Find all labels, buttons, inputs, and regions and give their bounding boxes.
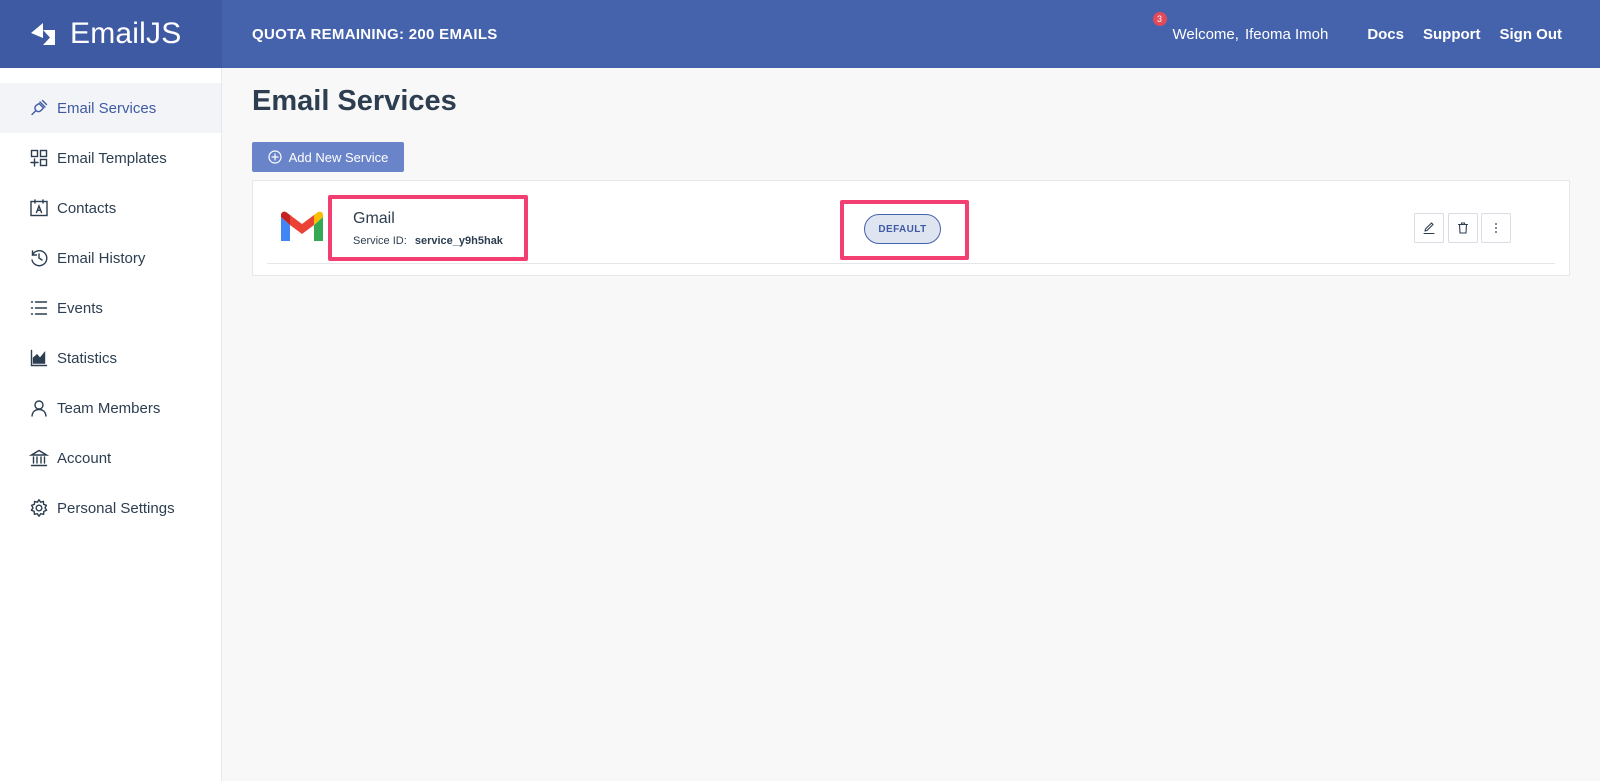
sidebar-item-email-history[interactable]: Email History bbox=[0, 233, 221, 283]
sidebar-item-email-templates[interactable]: Email Templates bbox=[0, 133, 221, 183]
notification-badge[interactable]: 3 bbox=[1152, 11, 1167, 26]
emailjs-logo-icon bbox=[31, 23, 55, 45]
card-divider bbox=[267, 263, 1555, 264]
user-name: Ifeoma Imoh bbox=[1244, 25, 1329, 43]
docs-link[interactable]: Docs bbox=[1367, 26, 1404, 43]
service-id-value: service_y9h5hak bbox=[414, 235, 503, 247]
brand-name: EmailJS bbox=[70, 17, 182, 50]
contacts-icon bbox=[29, 198, 49, 218]
sidebar-item-label: Team Members bbox=[57, 399, 161, 417]
sidebar-item-label: Email Services bbox=[57, 99, 157, 117]
service-name[interactable]: Gmail bbox=[353, 210, 395, 228]
sidebar: Email Services Email Templates Contacts bbox=[0, 68, 222, 781]
gear-icon bbox=[29, 498, 49, 518]
welcome: 3 Welcome, Ifeoma Imoh bbox=[1152, 11, 1329, 43]
sidebar-item-label: Statistics bbox=[57, 349, 118, 367]
sidebar-item-label: Account bbox=[57, 449, 112, 467]
default-badge-highlight: DEFAULT bbox=[840, 200, 969, 260]
top-right-nav: 3 Welcome, Ifeoma Imoh Docs Support Sign… bbox=[1152, 11, 1600, 43]
user-icon bbox=[29, 398, 49, 418]
sidebar-item-email-services[interactable]: Email Services bbox=[0, 83, 221, 133]
page-title: Email Services bbox=[252, 85, 457, 117]
quota-remaining: QUOTA REMAINING: 200 EMAILS bbox=[252, 25, 498, 43]
more-vertical-icon bbox=[1495, 223, 1497, 233]
sidebar-item-contacts[interactable]: Contacts bbox=[0, 183, 221, 233]
sidebar-item-team-members[interactable]: Team Members bbox=[0, 383, 221, 433]
sidebar-item-label: Personal Settings bbox=[57, 499, 175, 517]
templates-icon bbox=[29, 148, 49, 168]
sidebar-item-personal-settings[interactable]: Personal Settings bbox=[0, 483, 221, 533]
sidebar-item-label: Email Templates bbox=[57, 149, 167, 167]
main-content: Email Services Add New Service Gmail Ser… bbox=[222, 68, 1600, 781]
history-icon bbox=[29, 248, 49, 268]
sidebar-item-label: Contacts bbox=[57, 199, 117, 217]
sidebar-item-events[interactable]: Events bbox=[0, 283, 221, 333]
bank-icon bbox=[29, 448, 49, 468]
sidebar-item-label: Email History bbox=[57, 249, 146, 267]
support-link[interactable]: Support bbox=[1423, 26, 1481, 43]
gmail-logo-icon bbox=[281, 211, 323, 241]
top-bar: EmailJS QUOTA REMAINING: 200 EMAILS 3 We… bbox=[0, 0, 1600, 68]
list-icon bbox=[29, 298, 49, 318]
sign-out-link[interactable]: Sign Out bbox=[1500, 26, 1563, 43]
default-badge: DEFAULT bbox=[864, 214, 941, 244]
delete-service-button[interactable] bbox=[1448, 213, 1478, 243]
service-id-row: Service ID: service_y9h5hak bbox=[353, 235, 503, 247]
add-new-service-label: Add New Service bbox=[288, 149, 389, 165]
plus-circle-icon bbox=[268, 150, 282, 164]
plug-icon bbox=[29, 98, 49, 118]
pencil-icon bbox=[1423, 222, 1435, 235]
service-id-label: Service ID: bbox=[353, 235, 407, 247]
welcome-label: Welcome, bbox=[1172, 25, 1239, 43]
service-card: Gmail Service ID: service_y9h5hak DEFAUL… bbox=[252, 180, 1570, 276]
brand[interactable]: EmailJS bbox=[0, 0, 222, 68]
service-info-highlight: Gmail Service ID: service_y9h5hak bbox=[328, 195, 528, 261]
sidebar-item-statistics[interactable]: Statistics bbox=[0, 333, 221, 383]
sidebar-item-label: Events bbox=[57, 299, 103, 317]
edit-service-button[interactable] bbox=[1414, 213, 1444, 243]
add-new-service-button[interactable]: Add New Service bbox=[252, 142, 404, 172]
more-options-button[interactable] bbox=[1481, 213, 1511, 243]
sidebar-item-account[interactable]: Account bbox=[0, 433, 221, 483]
trash-icon bbox=[1457, 222, 1469, 234]
chart-icon bbox=[29, 348, 49, 368]
